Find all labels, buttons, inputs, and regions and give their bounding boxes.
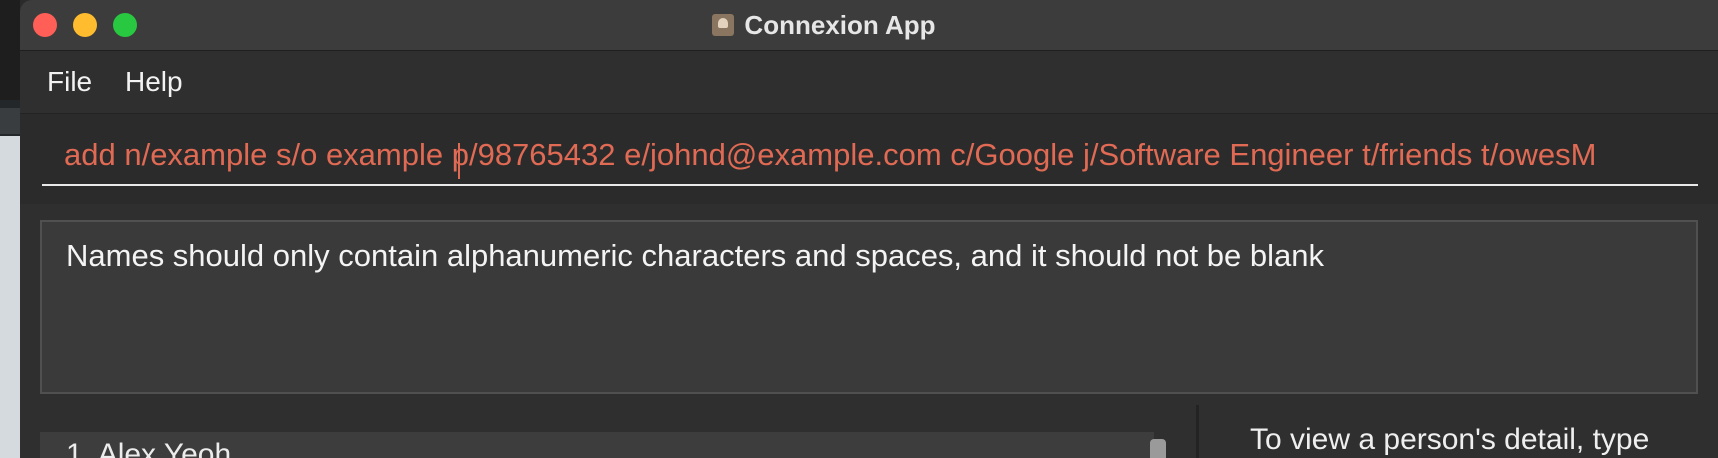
result-message: Names should only contain alphanumeric c… bbox=[66, 238, 1324, 273]
command-box bbox=[20, 114, 1718, 204]
person-list[interactable]: 1. Alex Yeoh bbox=[40, 432, 1154, 458]
title-bar: Connexion App bbox=[20, 0, 1718, 51]
content-area: 1. Alex Yeoh To view a person's detail, … bbox=[20, 405, 1718, 458]
result-display: Names should only contain alphanumeric c… bbox=[40, 220, 1698, 394]
background-toolbar bbox=[0, 0, 20, 100]
menu-file[interactable]: File bbox=[47, 66, 92, 98]
window-title-group: Connexion App bbox=[20, 0, 1718, 50]
command-input[interactable] bbox=[42, 126, 1698, 186]
text-cursor bbox=[458, 143, 460, 179]
person-list-item[interactable]: 1. Alex Yeoh bbox=[66, 438, 231, 458]
person-list-scrollbar[interactable] bbox=[1150, 439, 1166, 458]
screen: Connexion App File Help Names should onl… bbox=[0, 0, 1718, 458]
window-title: Connexion App bbox=[744, 9, 936, 40]
background-document bbox=[0, 136, 20, 458]
menu-help[interactable]: Help bbox=[125, 66, 183, 98]
app-window: Connexion App File Help Names should onl… bbox=[20, 0, 1718, 458]
detail-hint: To view a person's detail, type bbox=[1250, 423, 1650, 456]
menu-bar: File Help bbox=[20, 51, 1718, 114]
panel-divider[interactable] bbox=[1196, 405, 1199, 458]
background-window bbox=[0, 0, 20, 458]
background-tab bbox=[0, 108, 20, 134]
app-icon bbox=[712, 14, 735, 36]
